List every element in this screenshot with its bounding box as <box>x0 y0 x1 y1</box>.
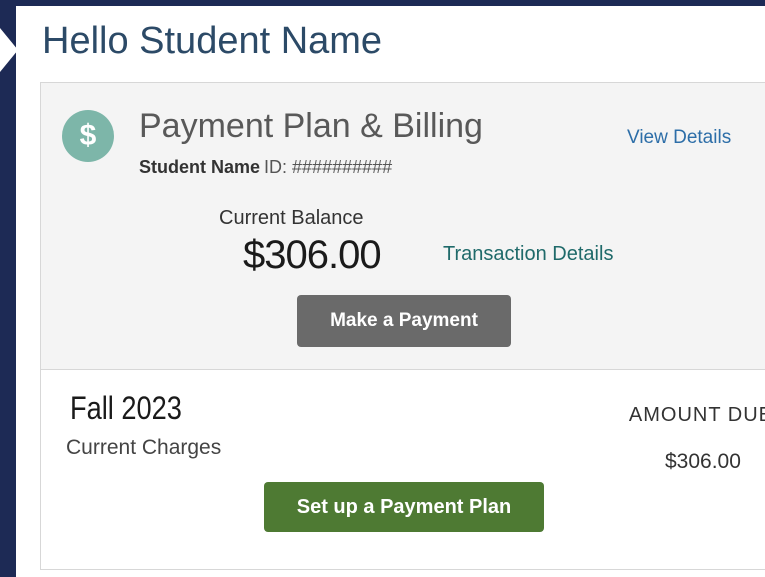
balance-amount: $306.00 <box>243 233 382 277</box>
student-name: Student Name <box>139 157 261 177</box>
student-id: ID: ########## <box>264 157 393 177</box>
current-charges-label: Current Charges <box>66 436 222 459</box>
student-info: Student Name ID: ########## <box>139 157 392 178</box>
dollar-icon: $ <box>62 110 114 162</box>
payment-billing-panel: $ Payment Plan & Billing View Details St… <box>40 82 765 370</box>
make-payment-button[interactable]: Make a Payment <box>297 295 511 347</box>
balance-label: Current Balance <box>219 207 364 229</box>
main-content: Hello Student Name $ Payment Plan & Bill… <box>16 6 765 577</box>
view-details-link[interactable]: View Details <box>627 127 731 149</box>
setup-payment-plan-button[interactable]: Set up a Payment Plan <box>264 482 544 532</box>
term-title: Fall 2023 <box>70 390 182 426</box>
term-charges-section: Fall 2023 Current Charges AMOUNT DUE $30… <box>40 370 765 570</box>
amount-due-value: $306.00 <box>665 450 741 473</box>
panel-title: Payment Plan & Billing <box>139 107 483 145</box>
page-greeting: Hello Student Name <box>42 20 383 62</box>
amount-due-header: AMOUNT DUE <box>628 404 765 426</box>
transaction-details-link[interactable]: Transaction Details <box>443 243 613 266</box>
